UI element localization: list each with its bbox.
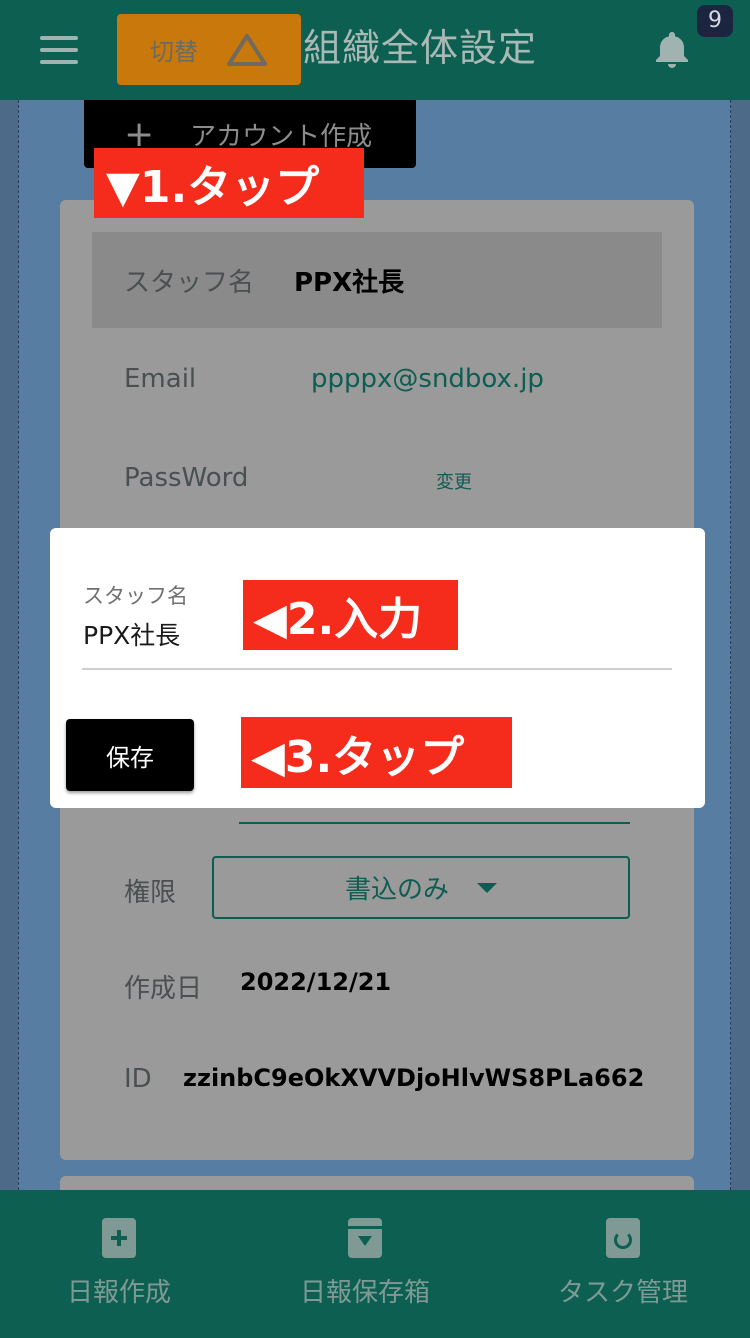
notification-badge: 9 [697,5,733,37]
caret-down-icon [477,882,497,893]
bell-icon[interactable] [654,30,690,70]
annotation-step-1: ▼1.タップ [94,148,364,218]
field-underline [239,822,630,824]
switch-label: 切替 [150,38,198,66]
input-underline [82,668,672,670]
staff-name-value: PPX社長 [294,268,405,298]
page-title: 組織全体設定 [303,26,538,70]
role-label: 権限 [124,878,177,908]
role-select[interactable]: 書込のみ [212,856,630,919]
save-button[interactable]: 保存 [66,719,194,791]
created-date-value: 2022/12/21 [240,968,392,996]
role-select-value: 書込のみ [344,875,449,905]
email-value: ppppx@sndbox.jp [311,364,544,394]
created-date-label: 作成日 [124,974,203,1004]
create-account-label: アカウント作成 [190,121,373,152]
nav-label: タスク管理 [557,1278,688,1308]
nav-item-task-management[interactable]: タスク管理 [548,1190,698,1330]
staff-name-label: スタッフ名 [124,268,255,298]
password-change-link[interactable]: 変更 [436,468,472,494]
warning-triangle-icon [227,33,267,66]
nav-item-daily-report-create[interactable]: 日報作成 [54,1190,184,1330]
archive-icon [348,1218,382,1258]
id-label: ID [124,1064,152,1094]
staff-name-field-label: スタッフ名 [83,584,188,608]
staff-name-input[interactable]: PPX社長 [83,616,180,652]
nav-item-daily-report-box[interactable]: 日報保存箱 [290,1190,440,1330]
menu-icon[interactable] [40,36,78,64]
id-value: zzinbC9eOkXVVDjoHlvWS8PLa662 [183,1064,645,1092]
file-plus-icon [102,1218,136,1258]
annotation-step-2: ◀2.入力 [243,580,458,650]
annotation-step-3: ◀3.タップ [241,717,512,788]
switch-button[interactable]: 切替 [117,14,301,85]
nav-label: 日報作成 [66,1278,171,1308]
email-label: Email [124,364,197,394]
nav-label: 日報保存箱 [299,1278,430,1308]
file-refresh-icon [606,1218,640,1258]
password-label: PassWord [124,463,249,493]
